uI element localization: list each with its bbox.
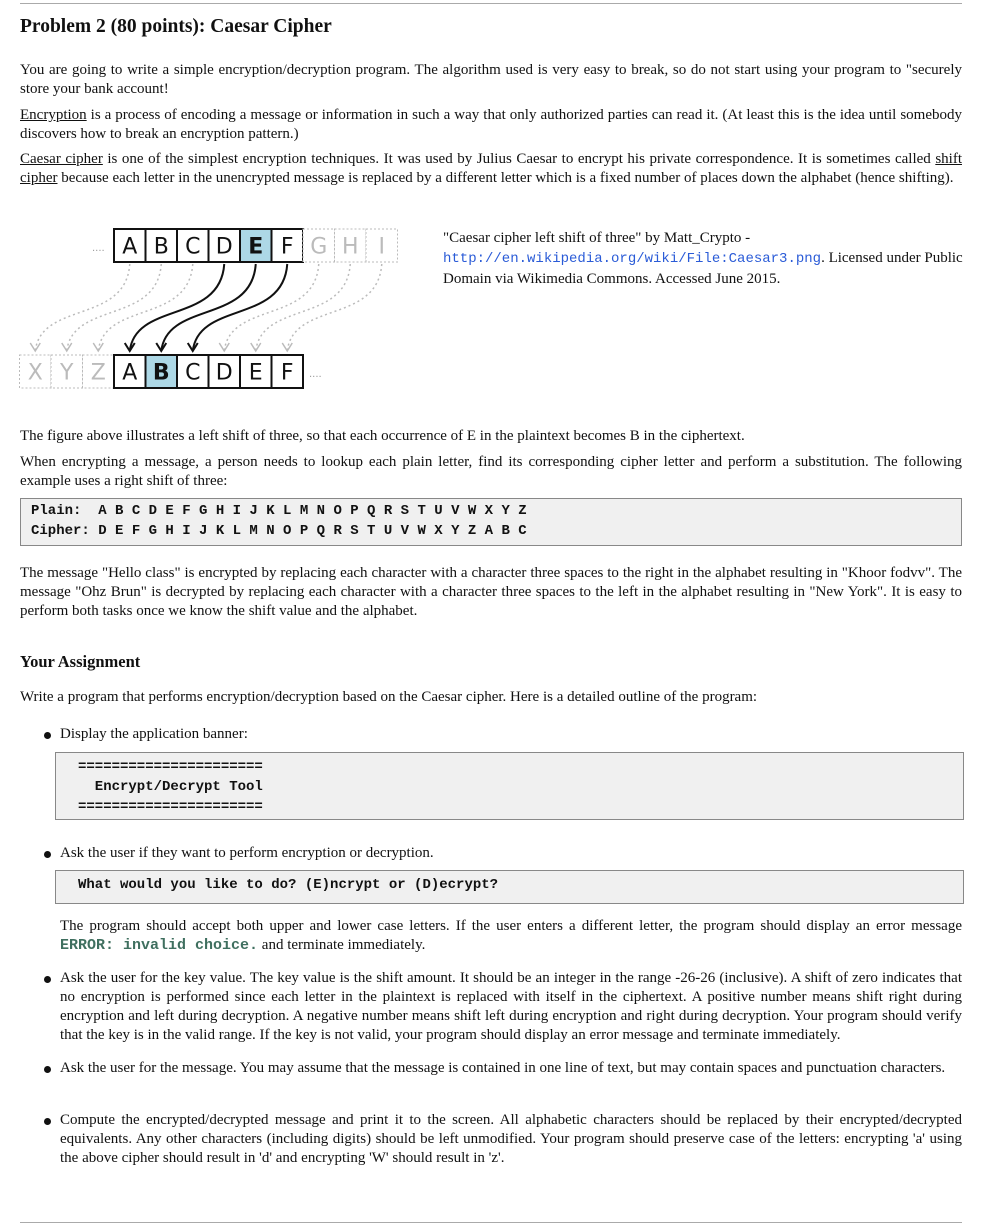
- caesar-shift-figure: .... A B C D E F G H IX Y Z A B C D E F....: [19, 228, 398, 389]
- cipher-letter: D: [216, 361, 233, 386]
- bullet-message: Ask the user for the message. You may as…: [60, 1060, 946, 1076]
- cipher-letter: B: [153, 361, 170, 386]
- bullet-compute: Compute the encrypted/decrypted message …: [60, 1112, 962, 1166]
- arrowhead: [92, 342, 104, 353]
- shift-arrow: [128, 263, 226, 352]
- cipher-row: Cipher: D E F G H I J K L M N O P Q R S …: [31, 523, 527, 539]
- plain-gray-letter: H: [342, 235, 359, 260]
- bullet: [44, 851, 51, 858]
- plain-row: Plain: A B C D E F G H I J K L M N O P Q…: [31, 503, 527, 519]
- assignment-intro: Write a program that performs encryption…: [20, 689, 758, 705]
- caesar-paragraph: Caesar cipher is one of the simplest enc…: [20, 151, 962, 186]
- arrowhead: [250, 342, 262, 353]
- banner-code-box: ====================== Encrypt/Decrypt T…: [55, 752, 964, 820]
- encryption-paragraph: Encryption is a process of encoding a me…: [20, 107, 962, 142]
- error-message: ERROR: invalid choice.: [60, 937, 259, 954]
- plain-letter: F: [281, 235, 294, 260]
- caesar-cipher-link[interactable]: Caesar cipher: [20, 151, 103, 167]
- plain-gray-letter: I: [379, 235, 386, 260]
- shift-arrow: [97, 263, 194, 352]
- cipher-table: Plain: A B C D E F G H I J K L M N O P Q…: [20, 498, 962, 546]
- bullet: [44, 976, 51, 983]
- cipher-gray-letter: Y: [59, 361, 74, 386]
- assignment-heading: Your Assignment: [20, 652, 141, 671]
- plain-letter: C: [185, 235, 200, 260]
- bullet: [44, 1066, 51, 1073]
- lookup-paragraph: When encrypting a message, a person need…: [20, 454, 962, 489]
- bullet-choice: Ask the user if they want to perform enc…: [60, 845, 434, 861]
- plain-letter: A: [122, 235, 137, 260]
- prompt-code-box: What would you like to do? (E)ncrypt or …: [55, 870, 964, 904]
- shift-arrow: [66, 263, 162, 352]
- bullet-key: Ask the user for the key value. The key …: [60, 970, 962, 1043]
- shift-arrow: [255, 263, 351, 352]
- bottom-rule: [20, 1222, 962, 1223]
- figure-explanation: The figure above illustrates a left shif…: [20, 428, 745, 444]
- plain-letter: B: [154, 235, 169, 260]
- bullet: [44, 1118, 51, 1125]
- arrowhead: [218, 342, 230, 353]
- ellipsis: ....: [92, 243, 105, 254]
- bullet: [44, 732, 51, 739]
- ellipsis: ....: [309, 369, 322, 380]
- shift-arrow: [160, 263, 257, 352]
- intro-paragraph: You are going to write a simple encrypti…: [20, 62, 962, 97]
- plain-letter: E: [248, 235, 263, 260]
- cipher-letter: C: [185, 361, 200, 386]
- top-rule: [20, 3, 962, 4]
- cipher-letter: A: [122, 361, 137, 386]
- encryption-link[interactable]: Encryption: [20, 107, 87, 123]
- caption-url-link[interactable]: http://en.wikipedia.org/wiki/File:Caesar…: [443, 251, 821, 267]
- bullet-banner: Display the application banner:: [60, 726, 248, 742]
- plain-letter: D: [216, 235, 233, 260]
- shift-arrow: [191, 263, 289, 352]
- cipher-letter: F: [281, 361, 294, 386]
- arrowhead: [281, 342, 293, 353]
- plain-gray-letter: G: [310, 235, 327, 260]
- shift-arrow: [223, 263, 320, 352]
- arrowhead: [61, 342, 73, 353]
- cipher-gray-letter: X: [28, 361, 43, 386]
- arrowhead: [29, 342, 41, 353]
- example-paragraph: The message "Hello class" is encrypted b…: [20, 565, 962, 619]
- figure-caption: "Caesar cipher left shift of three" by M…: [443, 230, 963, 287]
- shift-arrow: [34, 263, 131, 352]
- page-title: Problem 2 (80 points): Caesar Cipher: [20, 16, 332, 37]
- cipher-letter: E: [249, 361, 263, 386]
- cipher-gray-letter: Z: [91, 361, 106, 386]
- shift-arrow: [286, 263, 383, 352]
- choice-note: The program should accept both upper and…: [60, 918, 962, 954]
